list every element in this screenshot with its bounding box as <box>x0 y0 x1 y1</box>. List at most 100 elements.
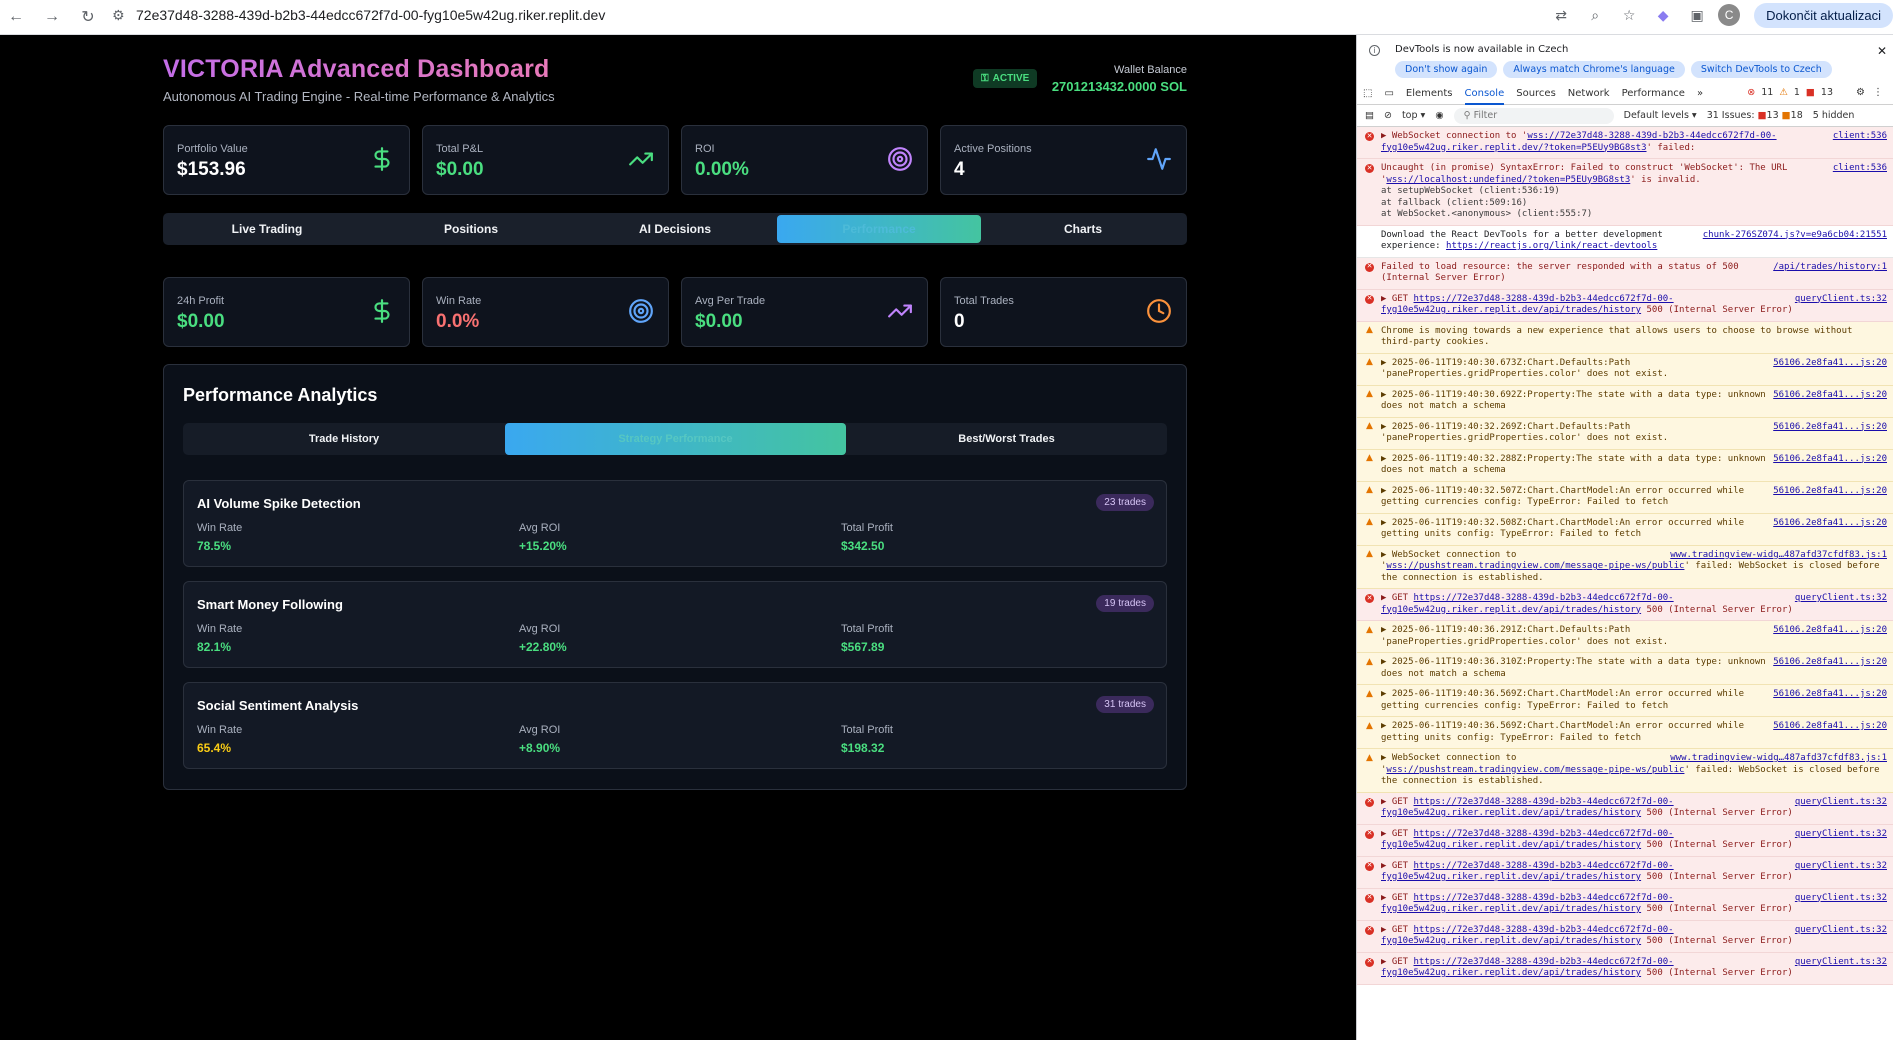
match-language-button[interactable]: Always match Chrome's language <box>1503 61 1685 78</box>
zoom-icon[interactable]: ⌕ <box>1582 2 1608 28</box>
console-entry[interactable]: ▲ 56106.2e8fa41...js:20 ▶ 2025-06-11T19:40… <box>1357 513 1893 546</box>
console-entry[interactable]: ▲ 56106.2e8fa41...js:20 ▶ 2025-06-11T19:40… <box>1357 653 1893 685</box>
tab-live-trading[interactable]: Live Trading <box>165 215 369 243</box>
close-icon[interactable]: ✕ <box>1877 44 1887 58</box>
console-entry[interactable]: ▲ 56106.2e8fa41...js:20 ▶ 2025-06-11T19:40… <box>1357 621 1893 653</box>
address-bar[interactable]: ⚙ 72e37d48-3288-439d-b2b3-44edcc672f7d-0… <box>112 2 1512 28</box>
site-settings-icon[interactable]: ⚙ <box>112 7 136 24</box>
console-entry[interactable]: ▲ 56106.2e8fa41...js:20 ▶ 2025-06-11T19:40… <box>1357 353 1893 386</box>
clear-console-icon[interactable]: ⊘ <box>1384 110 1392 121</box>
source-link[interactable]: 56106.2e8fa41...js:20 <box>1773 625 1887 637</box>
console-entry[interactable]: ✕ queryClient.ts:32 ▶ GET https://72e37d48… <box>1357 920 1893 953</box>
update-browser-button[interactable]: Dokončit aktualizaci <box>1754 2 1893 28</box>
source-link[interactable]: queryClient.ts:32 <box>1795 957 1887 969</box>
console-entry[interactable]: ▲ 56106.2e8fa41...js:20 ▶ 2025-06-11T19:40… <box>1357 449 1893 482</box>
console-entry[interactable]: ▲ 56106.2e8fa41...js:20 ▶ 2025-06-11T19:40… <box>1357 417 1893 450</box>
subtab-trade-history[interactable]: Trade History <box>183 423 505 455</box>
back-arrow-icon[interactable]: ← <box>2 3 30 31</box>
source-link[interactable]: queryClient.ts:32 <box>1795 829 1887 841</box>
reload-icon[interactable]: ↻ <box>74 3 102 31</box>
device-toggle-icon[interactable]: ▭ <box>1384 88 1393 99</box>
source-link[interactable]: 56106.2e8fa41...js:20 <box>1773 657 1887 669</box>
source-link[interactable]: 56106.2e8fa41...js:20 <box>1773 689 1887 701</box>
console-entry[interactable]: ✕ queryClient.ts:32 ▶ GET https://72e37d48… <box>1357 824 1893 857</box>
tab-console[interactable]: Console <box>1464 83 1505 105</box>
console-entry[interactable]: chunk-276SZ074.js?v=e9a6cb04:21551 Downlo… <box>1357 225 1893 258</box>
tab-network[interactable]: Network <box>1568 88 1610 99</box>
more-tabs-icon[interactable]: » <box>1697 88 1703 99</box>
entry-link[interactable]: wss://pushstream.tradingview.com/message… <box>1386 765 1684 775</box>
console-entry[interactable]: ✕ queryClient.ts:32 ▶ GET https://72e37d48… <box>1357 792 1893 825</box>
source-link[interactable]: /api/trades/history:1 <box>1773 262 1887 274</box>
console-entry[interactable]: ✕ queryClient.ts:32 ▶ GET https://72e37d48… <box>1357 888 1893 921</box>
profile-avatar[interactable]: C <box>1718 4 1741 26</box>
source-link[interactable]: queryClient.ts:32 <box>1795 861 1887 873</box>
console-entry[interactable]: ▲ 56106.2e8fa41...js:20 ▶ 2025-06-11T19:40… <box>1357 685 1893 717</box>
source-link[interactable]: 56106.2e8fa41...js:20 <box>1773 358 1887 370</box>
source-link[interactable]: 56106.2e8fa41...js:20 <box>1773 454 1887 466</box>
console-entry[interactable]: ✕ queryClient.ts:32 ▶ GET https://72e37d48… <box>1357 856 1893 889</box>
entry-link[interactable]: https://72e37d48-3288-439d-b2b3-44edcc67… <box>1381 893 1674 915</box>
entry-link[interactable]: wss://pushstream.tradingview.com/message… <box>1386 561 1684 571</box>
source-link[interactable]: queryClient.ts:32 <box>1795 893 1887 905</box>
tab-charts[interactable]: Charts <box>981 215 1185 243</box>
console-entry[interactable]: ▲ 56106.2e8fa41...js:20 ▶ 2025-06-11T19:40… <box>1357 481 1893 514</box>
source-link[interactable]: queryClient.ts:32 <box>1795 294 1887 306</box>
subtab-strategy-performance[interactable]: Strategy Performance <box>505 423 846 455</box>
context-selector[interactable]: top ▾ <box>1402 110 1425 121</box>
entry-link[interactable]: https://72e37d48-3288-439d-b2b3-44edcc67… <box>1381 797 1674 819</box>
subtab-best-worst-trades[interactable]: Best/Worst Trades <box>846 423 1167 455</box>
source-link[interactable]: 56106.2e8fa41...js:20 <box>1773 422 1887 434</box>
console-entry[interactable]: ✕ queryClient.ts:32 ▶ GET https://72e37d48… <box>1357 289 1893 322</box>
console-entry[interactable]: ✕ queryClient.ts:32 ▶ GET https://72e37d48… <box>1357 952 1893 985</box>
entry-link[interactable]: https://72e37d48-3288-439d-b2b3-44edcc67… <box>1381 829 1674 851</box>
source-link[interactable]: 56106.2e8fa41...js:20 <box>1773 486 1887 498</box>
console-entry[interactable]: ▲ Chrome is moving towards a new experien… <box>1357 321 1893 354</box>
bookmark-star-icon[interactable]: ☆ <box>1616 2 1642 28</box>
inspect-icon[interactable]: ⬚ <box>1363 88 1372 99</box>
kebab-menu-icon[interactable]: ⋮ <box>1873 87 1883 98</box>
source-link[interactable]: www.tradingview-widg…487afd37cfdf83.js:1 <box>1670 753 1887 765</box>
sidebar-toggle-icon[interactable]: ▤ <box>1365 110 1374 121</box>
tab-ai-decisions[interactable]: AI Decisions <box>573 215 777 243</box>
source-link[interactable]: 56106.2e8fa41...js:20 <box>1773 518 1887 530</box>
filter-input[interactable]: ⚲ Filter <box>1453 107 1614 124</box>
source-link[interactable]: client:536 <box>1833 131 1887 143</box>
forward-arrow-icon[interactable]: → <box>38 3 66 31</box>
source-link[interactable]: client:536 <box>1833 163 1887 175</box>
entry-link[interactable]: https://72e37d48-3288-439d-b2b3-44edcc67… <box>1381 925 1674 947</box>
dont-show-again-button[interactable]: Don't show again <box>1395 61 1498 78</box>
extension-icon[interactable]: ◆ <box>1650 2 1676 28</box>
tab-performance[interactable]: Performance <box>777 215 981 243</box>
source-link[interactable]: queryClient.ts:32 <box>1795 593 1887 605</box>
eye-icon[interactable]: ◉ <box>1435 110 1443 121</box>
levels-dropdown[interactable]: Default levels ▾ <box>1624 110 1697 121</box>
devtools-counts[interactable]: ⊗ 11 ⚠ 1 ■ 13 <box>1747 87 1833 98</box>
console-entry[interactable]: ▲ www.tradingview-widg…487afd37cfdf83.js:… <box>1357 749 1893 793</box>
entry-link[interactable]: https://72e37d48-3288-439d-b2b3-44edcc67… <box>1381 593 1674 615</box>
entry-link[interactable]: https://72e37d48-3288-439d-b2b3-44edcc67… <box>1381 957 1674 979</box>
tab-sources[interactable]: Sources <box>1516 88 1556 99</box>
source-link[interactable]: www.tradingview-widg…487afd37cfdf83.js:1 <box>1670 550 1887 562</box>
entry-link[interactable]: https://reactjs.org/link/react-devtools <box>1446 241 1657 251</box>
puzzle-extensions-icon[interactable]: ▣ <box>1684 2 1710 28</box>
switch-to-czech-button[interactable]: Switch DevTools to Czech <box>1690 61 1832 78</box>
tab-positions[interactable]: Positions <box>369 215 573 243</box>
issues-link[interactable]: 31 Issues: ■13 ■18 <box>1707 110 1803 121</box>
source-link[interactable]: queryClient.ts:32 <box>1795 797 1887 809</box>
translate-icon[interactable]: ⇄ <box>1548 2 1574 28</box>
console-entry[interactable]: ✕ queryClient.ts:32 ▶ GET https://72e37d48… <box>1357 589 1893 621</box>
console-entry[interactable]: ✕ client:536 Uncaught (in promise) SyntaxE… <box>1357 159 1893 226</box>
entry-link[interactable]: https://72e37d48-3288-439d-b2b3-44edcc67… <box>1381 861 1674 883</box>
tab-elements[interactable]: Elements <box>1406 88 1453 99</box>
console-entry[interactable]: ▲ 56106.2e8fa41...js:20 ▶ 2025-06-11T19:40… <box>1357 385 1893 418</box>
gear-icon[interactable]: ⚙ <box>1856 87 1865 98</box>
source-link[interactable]: 56106.2e8fa41...js:20 <box>1773 390 1887 402</box>
console-entry[interactable]: ▲ 56106.2e8fa41...js:20 ▶ 2025-06-11T19:40… <box>1357 717 1893 749</box>
source-link[interactable]: 56106.2e8fa41...js:20 <box>1773 721 1887 733</box>
source-link[interactable]: queryClient.ts:32 <box>1795 925 1887 937</box>
console-entry[interactable]: ✕ /api/trades/history:1 Failed to load res… <box>1357 257 1893 290</box>
console-entry[interactable]: ✕ client:536 ▶ WebSocket connection to 'ws… <box>1357 127 1893 159</box>
source-link[interactable]: chunk-276SZ074.js?v=e9a6cb04:21551 <box>1703 230 1887 242</box>
entry-link[interactable]: wss://localhost:undefined/?token=P5EUy9B… <box>1386 175 1630 185</box>
